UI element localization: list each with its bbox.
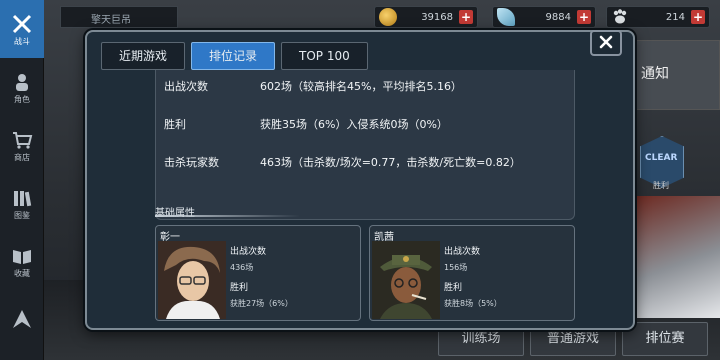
notice-banner[interactable]: 通知 [636,40,720,110]
character-wins-label: 胜利 [230,283,249,293]
gold-coin-icon [379,8,397,26]
stats-panel: 出战次数 602场（较高排名45%，平均排名5.16） 胜利 获胜35场（6%）… [155,70,575,220]
nav-item-battle[interactable]: 战斗 [0,0,44,58]
nav-item-shop[interactable]: 商店 [0,116,44,174]
top-title: 擎天巨吊 [60,6,178,28]
close-icon [599,34,613,53]
paw-value: 214 [665,11,685,23]
character-portrait [372,241,440,319]
cart-icon [10,129,34,151]
nav-item-character[interactable]: 角色 [0,58,44,116]
character-wins-value: 获胜27场（6%） [230,299,293,308]
nav-label-character: 角色 [14,94,30,104]
side-nav: 战斗 角色 商店 图鉴 收藏 [0,0,44,360]
tab-ranked-record[interactable]: 排位记录 [191,42,276,70]
paw-currency[interactable]: 214 + [606,6,710,28]
notice-label: 通知 [641,66,669,82]
ranked-record-modal: 近期游戏 排位记录 TOP 100 出战次数 602场（较高排名45%，平均排名… [85,30,635,330]
add-feather-button[interactable]: + [577,10,591,24]
clear-caption: 胜利 [653,181,669,190]
character-portrait [158,241,226,319]
tab-top-100[interactable]: TOP 100 [281,42,368,70]
rank-icon [10,308,34,330]
nav-label-battle: 战斗 [14,36,30,46]
close-button[interactable] [590,30,622,56]
character-games-label: 出战次数 [444,247,481,257]
character-wins-value: 获胜8场（5%） [444,299,502,308]
nav-item-codex[interactable]: 图鉴 [0,174,44,232]
stat-label-kills: 击杀玩家数 [164,156,219,169]
ranked-button[interactable]: 排位赛 [622,322,708,356]
character-card[interactable]: 凯茜 出战次数 156场 胜利 获胜8场（5%） [369,225,575,321]
gold-value: 39168 [421,11,453,23]
character-card[interactable]: 彰一 出战次数 436场 胜利 获胜27场（6%） [155,225,361,321]
feather-currency[interactable]: 9884 + [492,6,596,28]
stat-label-wins: 胜利 [164,118,186,131]
crossed-swords-icon [10,13,34,35]
stat-value-wins: 获胜35场（6%）入侵系统0场（0%） [260,118,448,131]
character-games-value: 436场 [230,263,254,272]
stat-label-games: 出战次数 [164,80,208,93]
add-gold-button[interactable]: + [459,10,473,24]
add-paw-button[interactable]: + [691,10,705,24]
nav-label-codex: 图鉴 [14,210,30,220]
background-character-art [636,196,720,318]
nav-item-collection[interactable]: 收藏 [0,232,44,290]
nav-label-collection: 收藏 [14,268,30,278]
tab-recent-games[interactable]: 近期游戏 [101,42,186,70]
stat-value-games: 602场（较高排名45%，平均排名5.16） [260,80,462,93]
character-wins-label: 胜利 [444,283,463,293]
nav-item-rank[interactable] [0,290,44,348]
character-games-label: 出战次数 [230,247,267,257]
stat-value-kills: 463场（击杀数/场次=0.77，击杀数/死亡数=0.82） [260,156,521,169]
stat-row-kills: 击杀玩家数 463场（击杀数/场次=0.77，击杀数/死亡数=0.82） [164,154,521,170]
nav-label-shop: 商店 [14,152,30,162]
modal-tabs: 近期游戏 排位记录 TOP 100 [101,42,368,70]
stat-row-wins: 胜利 获胜35场（6%）入侵系统0场（0%） [164,116,448,132]
feather-icon [497,8,515,26]
top-title-text: 擎天巨吊 [91,15,131,26]
stat-row-games: 出战次数 602场（较高排名45%，平均排名5.16） [164,78,462,94]
character-games-value: 156场 [444,263,468,272]
open-book-icon [10,245,34,267]
clear-badge-text: CLEAR [645,153,678,163]
gold-currency[interactable]: 39168 + [374,6,478,28]
section-divider [155,215,300,217]
feather-value: 9884 [545,11,571,23]
character-icon [10,71,34,93]
books-icon [10,187,34,209]
paw-icon [611,8,629,26]
